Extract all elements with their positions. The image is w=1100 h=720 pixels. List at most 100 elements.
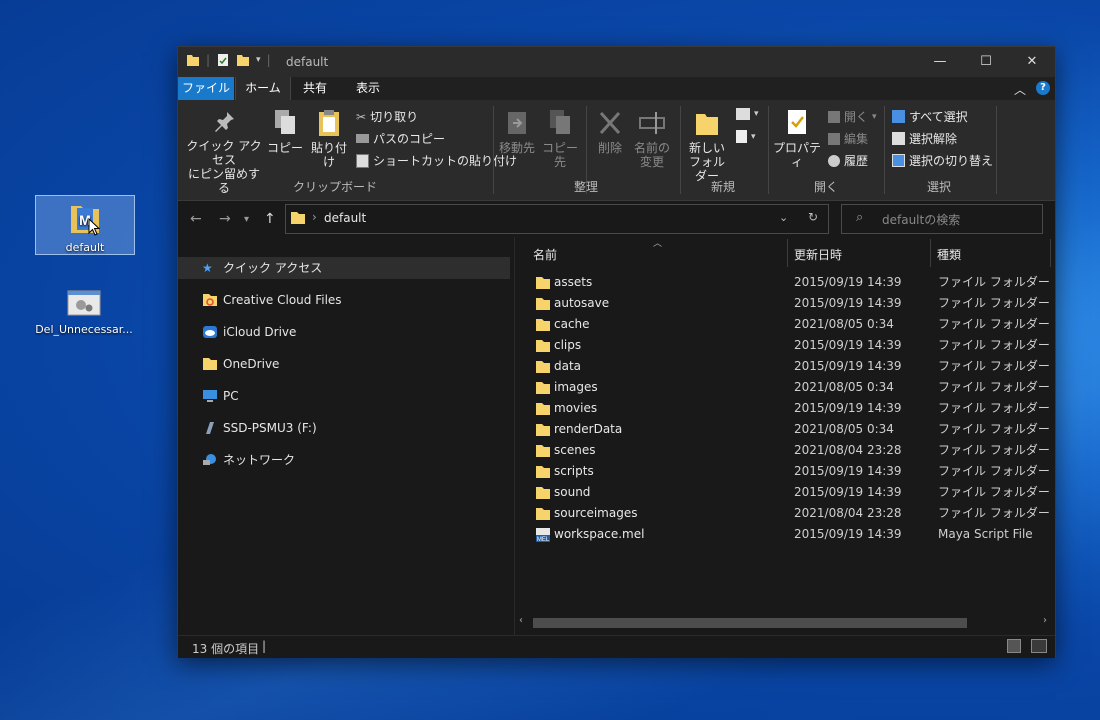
edit-button[interactable]: 編集 — [828, 130, 868, 147]
nav-item-quick-access[interactable]: ★ クイック アクセス — [178, 257, 510, 279]
column-header-name[interactable]: 名前 — [533, 243, 557, 267]
column-header-date[interactable]: 更新日時 — [794, 243, 842, 267]
select-all-button[interactable]: すべて選択 — [892, 108, 968, 125]
copy-to-button[interactable]: コピー先 — [540, 108, 580, 169]
open-button[interactable]: 開く ▾ — [828, 108, 877, 125]
help-icon[interactable]: ? — [1036, 81, 1050, 95]
address-field[interactable]: › default ⌄ ↻ — [285, 204, 829, 234]
copy-button[interactable]: コピー — [266, 108, 304, 155]
details-view-icon[interactable] — [1007, 639, 1021, 653]
table-row[interactable]: MEL workspace.mel 2015/09/19 14:39 Maya … — [531, 524, 1043, 545]
tab-home[interactable]: ホーム — [235, 77, 291, 100]
file-date: 2015/09/19 14:39 — [794, 275, 902, 289]
easy-access-button[interactable]: ▾ — [736, 130, 756, 143]
up-button[interactable]: ↑ — [264, 211, 276, 227]
copy-path-button[interactable]: パスのコピー — [356, 130, 445, 147]
collapse-ribbon-icon[interactable]: ︿ — [1014, 81, 1026, 98]
column-divider[interactable] — [930, 239, 931, 267]
refresh-icon[interactable]: ↻ — [808, 210, 818, 224]
file-name: workspace.mel — [554, 527, 645, 541]
folder-icon — [536, 508, 550, 520]
customize-toolbar-icon[interactable]: ▾ — [256, 55, 261, 65]
nav-item-network[interactable]: ネットワーク — [178, 449, 510, 471]
table-row[interactable]: images 2021/08/05 0:34 ファイル フォルダー — [531, 377, 1050, 398]
search-box[interactable]: ⌕ defaultの検索 — [841, 204, 1043, 234]
scrollbar-thumb[interactable] — [533, 618, 967, 628]
file-name: cache — [554, 317, 590, 331]
horizontal-scrollbar[interactable]: ‹ › — [515, 614, 1055, 631]
tab-view[interactable]: 表示 — [345, 77, 391, 100]
file-date: 2021/08/04 23:28 — [794, 506, 902, 520]
properties-icon[interactable] — [216, 53, 230, 67]
nav-item-creative-cloud[interactable]: Creative Cloud Files — [178, 289, 510, 311]
file-date: 2021/08/05 0:34 — [794, 317, 894, 331]
group-organize: 整理 — [573, 180, 598, 194]
history-button[interactable]: 履歴 — [828, 152, 868, 169]
table-row[interactable]: clips 2015/09/19 14:39 ファイル フォルダー — [531, 335, 1050, 356]
dropdown-arrow-icon: ▾ — [751, 131, 756, 142]
file-type: ファイル フォルダー — [938, 359, 1050, 373]
folder-icon — [291, 212, 305, 224]
column-divider[interactable] — [787, 239, 788, 267]
breadcrumb-current[interactable]: default — [324, 211, 366, 225]
table-row[interactable]: data 2015/09/19 14:39 ファイル フォルダー — [531, 356, 1050, 377]
desktop-icon-del-unnecessary[interactable]: Del_Unnecessar... — [35, 288, 133, 346]
column-divider[interactable] — [1050, 239, 1051, 267]
maximize-button[interactable]: ☐ — [963, 47, 1009, 77]
table-row[interactable]: scripts 2015/09/19 14:39 ファイル フォルダー — [531, 461, 1050, 482]
table-row[interactable]: renderData 2021/08/05 0:34 ファイル フォルダー — [531, 419, 1050, 440]
dropdown-arrow-icon: ▾ — [754, 109, 759, 119]
nav-item-pc[interactable]: PC — [178, 385, 510, 407]
select-none-button[interactable]: 選択解除 — [892, 130, 957, 147]
properties-button[interactable]: プロパティ — [772, 108, 822, 169]
column-header-type[interactable]: 種類 — [937, 243, 961, 267]
recent-locations-icon[interactable]: ▾ — [244, 214, 249, 225]
delete-button[interactable]: 削除 — [592, 108, 628, 155]
nav-item-ssd[interactable]: SSD-PSMU3 (F:) — [178, 417, 510, 439]
rename-button[interactable]: 名前の 変更 — [630, 108, 674, 169]
new-folder-button[interactable]: 新しい フォルダー — [684, 108, 730, 183]
explorer-window: | ▾ | default — ☐ ✕ ファイル ホーム 共有 表示 ︿ ? ク… — [177, 46, 1056, 658]
move-to-button[interactable]: 移動先 — [498, 108, 536, 155]
file-date: 2021/08/05 0:34 — [794, 380, 894, 394]
paste-shortcut-label: ショートカットの貼り付け — [373, 154, 518, 168]
shortcut-icon — [356, 153, 369, 168]
forward-button[interactable]: → — [219, 211, 231, 227]
invert-selection-label: 選択の切り替え — [909, 154, 994, 168]
pin-label-line1: クイック アクセス — [186, 139, 262, 167]
scroll-right-icon[interactable]: › — [1043, 615, 1047, 626]
table-row[interactable]: sourceimages 2021/08/04 23:28 ファイル フォルダー — [531, 503, 1050, 524]
folder-icon — [536, 466, 550, 478]
minimize-button[interactable]: — — [917, 47, 963, 77]
tab-share[interactable]: 共有 — [292, 77, 338, 100]
breadcrumb-chevron-icon[interactable]: › — [312, 210, 317, 224]
ribbon-divider — [680, 106, 681, 194]
copy-to-icon — [550, 110, 570, 134]
table-row[interactable]: scenes 2021/08/04 23:28 ファイル フォルダー — [531, 440, 1050, 461]
new-folder-icon[interactable] — [236, 53, 250, 67]
close-button[interactable]: ✕ — [1009, 47, 1055, 77]
paste-button[interactable]: 貼り付け — [306, 108, 352, 169]
scroll-left-icon[interactable]: ‹ — [519, 615, 523, 626]
copy-icon — [275, 110, 295, 134]
table-row[interactable]: movies 2015/09/19 14:39 ファイル フォルダー — [531, 398, 1050, 419]
back-button[interactable]: ← — [190, 211, 202, 227]
cut-button[interactable]: ✂ 切り取り — [356, 108, 418, 125]
address-dropdown-icon[interactable]: ⌄ — [779, 211, 788, 224]
nav-label: SSD-PSMU3 (F:) — [223, 421, 317, 435]
pin-quick-access-button[interactable]: クイック アクセス にピン留めする — [184, 108, 264, 195]
invert-selection-button[interactable]: 選択の切り替え — [892, 152, 993, 169]
new-item-button[interactable]: ▾ — [736, 108, 759, 120]
file-name: images — [554, 380, 598, 394]
nav-item-icloud[interactable]: iCloud Drive — [178, 321, 510, 343]
table-row[interactable]: sound 2015/09/19 14:39 ファイル フォルダー — [531, 482, 1050, 503]
file-type: ファイル フォルダー — [938, 275, 1050, 289]
rename-icon — [639, 112, 665, 134]
tab-file[interactable]: ファイル — [178, 77, 234, 100]
large-icons-view-icon[interactable] — [1031, 639, 1047, 653]
table-row[interactable]: autosave 2015/09/19 14:39 ファイル フォルダー — [531, 293, 1050, 314]
table-row[interactable]: cache 2021/08/05 0:34 ファイル フォルダー — [531, 314, 1050, 335]
nav-item-onedrive[interactable]: OneDrive — [178, 353, 510, 375]
table-row[interactable]: assets 2015/09/19 14:39 ファイル フォルダー — [531, 272, 1050, 293]
desktop-icon-default[interactable]: M default — [35, 195, 135, 255]
